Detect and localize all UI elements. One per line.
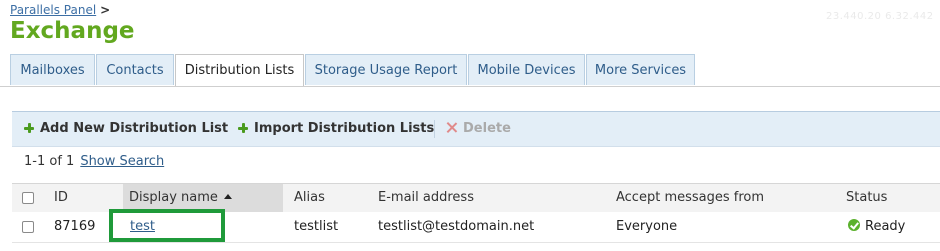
- import-distribution-lists-button[interactable]: Import Distribution Lists: [238, 112, 434, 146]
- tab-more-services[interactable]: More Services: [586, 54, 695, 85]
- breadcrumb-link-parallels-panel[interactable]: Parallels Panel: [10, 3, 96, 17]
- row-status-label: Ready: [865, 219, 906, 234]
- column-header-display-name-label: Display name: [129, 190, 218, 205]
- add-distribution-list-button[interactable]: Add New Distribution List: [24, 112, 228, 146]
- row-alias: testlist: [294, 219, 339, 234]
- version-text: 23.440.20 6.32.442: [826, 11, 934, 22]
- column-header-accept-messages-from[interactable]: Accept messages from: [616, 184, 764, 212]
- column-header-alias[interactable]: Alias: [294, 184, 325, 212]
- breadcrumb-separator: >: [100, 3, 111, 17]
- row-accept-messages-from: Everyone: [616, 219, 678, 234]
- row-id: 87169: [54, 219, 96, 234]
- toolbar-separator: [434, 120, 435, 138]
- paging-info: 1-1 of 1 Show Search: [24, 154, 164, 169]
- page-title: Exchange: [10, 18, 135, 44]
- row-status: Ready: [848, 212, 905, 242]
- tabs-divider: [0, 86, 940, 87]
- tab-mobile-devices[interactable]: Mobile Devices: [468, 54, 585, 85]
- tab-distribution-lists[interactable]: Distribution Lists: [175, 54, 304, 87]
- column-header-status[interactable]: Status: [846, 184, 887, 212]
- plus-icon: [238, 123, 248, 133]
- row-email: testlist@testdomain.net: [378, 219, 535, 234]
- paging-range: 1-1 of 1: [24, 154, 75, 169]
- import-distribution-lists-label: Import Distribution Lists: [254, 121, 435, 136]
- select-all-checkbox-cell: [22, 184, 34, 212]
- tab-contacts[interactable]: Contacts: [96, 54, 174, 85]
- show-search-link[interactable]: Show Search: [80, 154, 164, 169]
- ready-check-icon: [848, 219, 860, 231]
- add-distribution-list-label: Add New Distribution List: [40, 121, 229, 136]
- delete-x-icon: [446, 122, 457, 133]
- breadcrumb: Parallels Panel >: [10, 3, 110, 17]
- column-header-id[interactable]: ID: [54, 184, 68, 212]
- column-header-display-name[interactable]: Display name: [123, 184, 283, 212]
- row-checkbox[interactable]: [22, 220, 34, 233]
- toolbar: Add New Distribution List Import Distrib…: [12, 111, 940, 147]
- tab-mailboxes[interactable]: Mailboxes: [10, 54, 95, 85]
- plus-icon: [24, 123, 34, 133]
- delete-button[interactable]: Delete: [446, 112, 511, 146]
- row-checkbox-cell: [22, 212, 34, 242]
- sort-ascending-icon: [223, 194, 232, 199]
- tab-storage-usage-report[interactable]: Storage Usage Report: [305, 54, 467, 85]
- select-all-checkbox[interactable]: [22, 191, 34, 204]
- highlight-annotation-box: [109, 209, 225, 242]
- delete-label: Delete: [463, 121, 511, 136]
- column-header-email[interactable]: E-mail address: [378, 184, 474, 212]
